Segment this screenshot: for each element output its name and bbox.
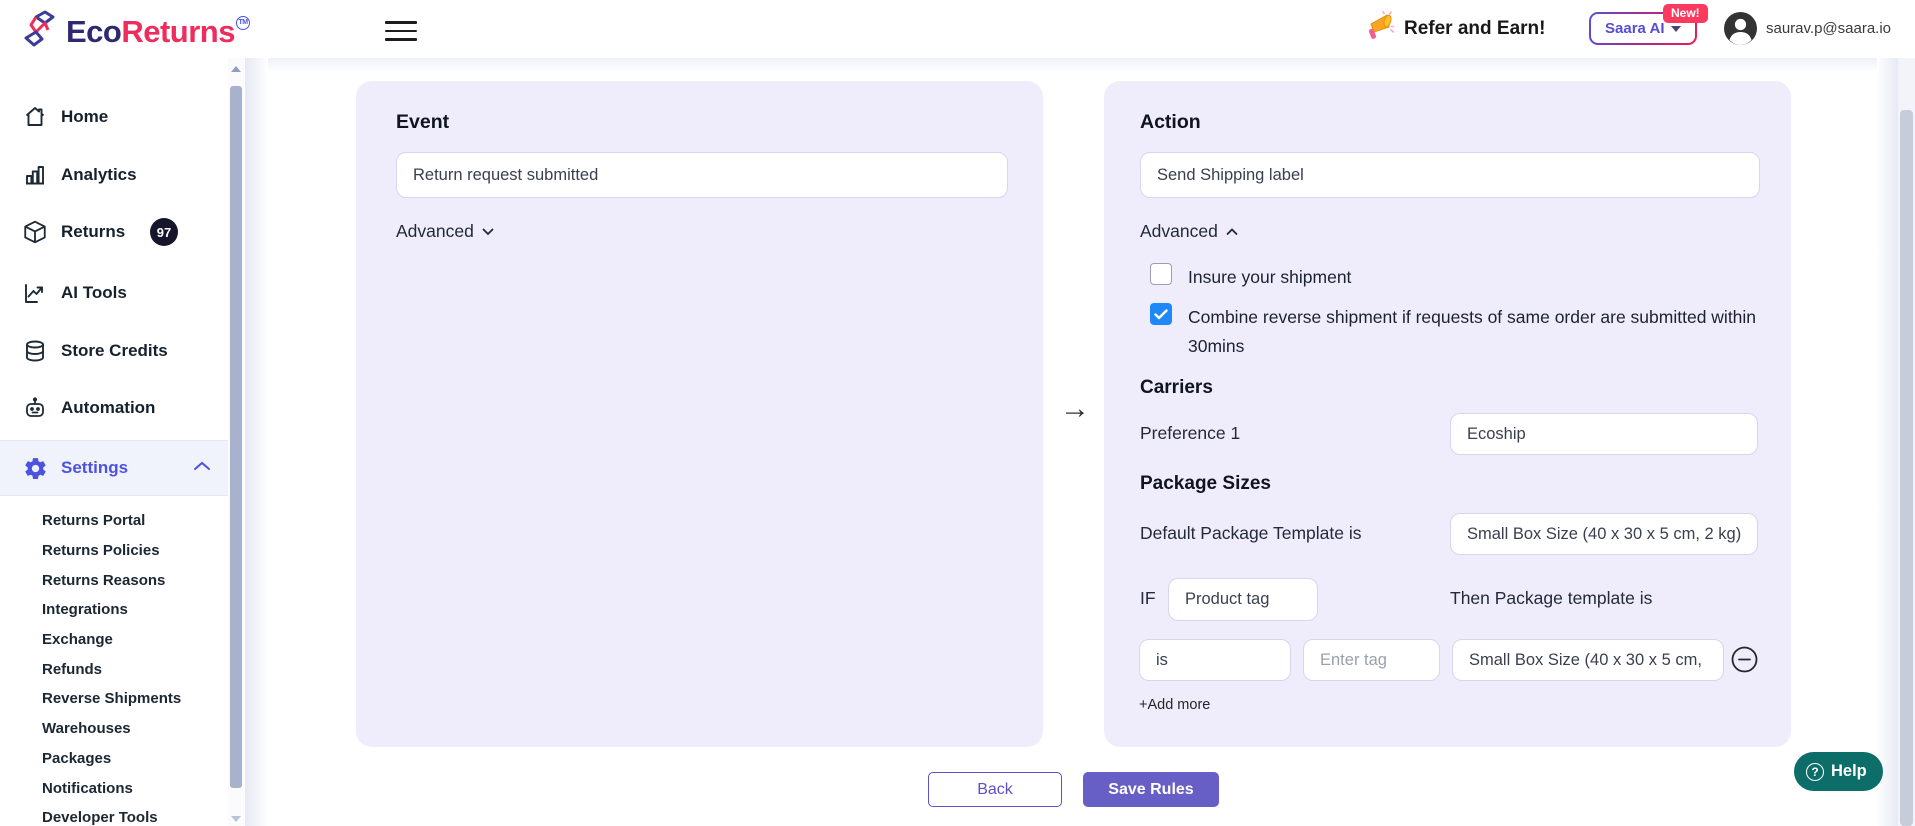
default-package-template-label: Default Package Template is (1140, 523, 1361, 544)
sidebar-item-store-credits[interactable]: Store Credits (0, 328, 228, 374)
chevron-down-icon (482, 228, 494, 236)
settings-submenu: Returns Portal Returns Policies Returns … (0, 506, 228, 826)
then-package-template-label: Then Package template is (1450, 588, 1652, 609)
refer-and-earn-label: Refer and Earn! (1404, 18, 1545, 40)
robot-icon (22, 395, 48, 421)
scroll-up-arrow[interactable] (231, 66, 241, 72)
content-edge-shadow (1877, 58, 1898, 826)
divider (0, 495, 228, 496)
sidebar-edge-shadow (245, 58, 268, 826)
sidebar-subitem-refunds[interactable]: Refunds (0, 654, 228, 684)
sidebar-subitem-integrations[interactable]: Integrations (0, 595, 228, 625)
back-button[interactable]: Back (928, 772, 1062, 807)
sidebar-item-automation[interactable]: Automation (0, 385, 228, 431)
bar-chart-icon (22, 162, 48, 188)
question-mark-icon: ? (1806, 763, 1824, 781)
action-advanced-toggle[interactable]: Advanced (1140, 221, 1238, 242)
event-input[interactable] (396, 152, 1008, 198)
sidebar-subitem-warehouses[interactable]: Warehouses (0, 714, 228, 744)
insure-shipment-label: Insure your shipment (1188, 263, 1351, 292)
hamburger-menu-icon[interactable] (385, 21, 417, 47)
logo-icon (18, 8, 60, 55)
sidebar-subitem-returns-reasons[interactable]: Returns Reasons (0, 565, 228, 595)
sidebar-subitem-packages[interactable]: Packages (0, 744, 228, 774)
preference-1-label: Preference 1 (1140, 423, 1240, 444)
coins-icon (22, 338, 48, 364)
ecoreturns-app: EcoReturnsTM Refer and Earn! Saara AI (0, 0, 1915, 826)
sidebar-item-returns[interactable]: Returns 97 (0, 209, 228, 255)
package-template-input[interactable] (1452, 639, 1724, 681)
help-button[interactable]: ? Help (1794, 752, 1883, 791)
sidebar-subitem-returns-policies[interactable]: Returns Policies (0, 536, 228, 566)
sidebar-item-ai-tools[interactable]: AI Tools (0, 270, 228, 316)
sidebar-subitem-returns-portal[interactable]: Returns Portal (0, 506, 228, 536)
action-panel-title: Action (1140, 111, 1201, 134)
chevron-down-icon (1671, 26, 1681, 32)
home-icon (22, 104, 48, 130)
action-panel: Action Advanced Insure your shipment Com… (1104, 81, 1791, 747)
chevron-up-icon (1226, 228, 1238, 236)
refer-and-earn[interactable]: Refer and Earn! (1362, 0, 1545, 58)
sidebar-scrollbar[interactable] (228, 58, 244, 826)
combine-shipment-label: Combine reverse shipment if requests of … (1188, 303, 1763, 361)
scroll-down-arrow[interactable] (231, 816, 241, 822)
user-email: saurav.p@saara.io (1766, 20, 1891, 37)
line-chart-icon (22, 280, 48, 306)
sidebar-scrollbar-thumb[interactable] (230, 86, 242, 788)
carriers-title: Carriers (1140, 377, 1213, 399)
event-panel-title: Event (396, 111, 449, 134)
sidebar-subitem-exchange[interactable]: Exchange (0, 625, 228, 655)
avatar[interactable] (1723, 11, 1758, 46)
combine-shipment-row: Combine reverse shipment if requests of … (1150, 303, 1763, 361)
sidebar-item-analytics[interactable]: Analytics (0, 152, 228, 198)
insure-shipment-checkbox[interactable] (1150, 263, 1172, 285)
if-condition-input[interactable] (1168, 578, 1318, 621)
preference-1-input[interactable] (1450, 413, 1758, 455)
if-label: IF (1140, 588, 1156, 609)
arrow-right-icon: → (1060, 392, 1090, 426)
header-shadow (268, 58, 1877, 72)
insure-shipment-row: Insure your shipment (1150, 263, 1351, 292)
sidebar: Home Analytics Returns 97 AI Tools (0, 58, 228, 826)
minus-circle-icon (1731, 646, 1758, 673)
sidebar-subitem-developer-tools[interactable]: Developer Tools (0, 803, 228, 826)
chevron-up-icon (193, 459, 211, 477)
logo[interactable]: EcoReturnsTM (18, 8, 250, 55)
save-rules-button[interactable]: Save Rules (1083, 772, 1219, 807)
returns-count-badge: 97 (150, 218, 178, 246)
package-sizes-title: Package Sizes (1140, 473, 1271, 495)
gear-icon (22, 455, 48, 481)
saara-ai-label: Saara AI (1605, 20, 1664, 37)
sidebar-item-settings[interactable]: Settings (0, 441, 228, 495)
tm-mark: TM (236, 16, 250, 30)
sidebar-item-home[interactable]: Home (0, 94, 228, 140)
new-badge: New! (1663, 4, 1708, 23)
check-icon (1154, 309, 1168, 320)
event-panel: Event Advanced (356, 81, 1043, 747)
logo-text: EcoReturnsTM (66, 14, 250, 50)
operator-input[interactable] (1139, 639, 1291, 681)
sidebar-subitem-reverse-shipments[interactable]: Reverse Shipments (0, 684, 228, 714)
remove-condition-button[interactable] (1731, 646, 1758, 673)
event-advanced-toggle[interactable]: Advanced (396, 221, 494, 242)
megaphone-icon (1362, 11, 1394, 48)
top-header: EcoReturnsTM Refer and Earn! Saara AI (0, 0, 1915, 58)
combine-shipment-checkbox[interactable] (1150, 303, 1172, 325)
page-scrollbar[interactable] (1898, 58, 1915, 826)
page-scrollbar-thumb[interactable] (1900, 110, 1913, 826)
tag-input[interactable] (1303, 639, 1440, 681)
sidebar-subitem-notifications[interactable]: Notifications (0, 773, 228, 803)
default-package-template-input[interactable] (1450, 513, 1758, 555)
box-icon (22, 219, 48, 245)
help-label: Help (1831, 762, 1867, 781)
add-more-link[interactable]: +Add more (1139, 697, 1210, 713)
action-input[interactable] (1140, 152, 1760, 198)
